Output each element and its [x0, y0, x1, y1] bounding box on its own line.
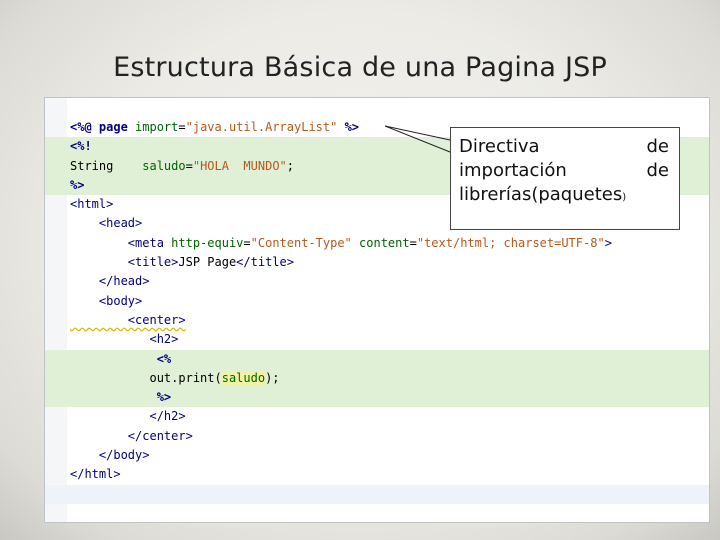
code-token: <meta [70, 235, 172, 250]
code-token: ; [286, 158, 294, 173]
callout-row-3: librerías(paquetes) [459, 183, 669, 210]
code-line: </html> [45, 465, 709, 484]
code-token: <%@ page [70, 120, 136, 134]
code-token: </h2> [70, 409, 186, 424]
code-token: <%! [70, 139, 92, 154]
code-line: <center> [45, 311, 709, 330]
callout-text: ) [622, 192, 627, 203]
callout-row-2: importación de [459, 159, 669, 183]
code-line: </center> [45, 427, 709, 446]
code-token: <title> [70, 255, 179, 270]
callout-text: de [646, 160, 670, 181]
code-token: <body> [70, 293, 143, 308]
callout-row-1: Directiva de [459, 135, 669, 159]
code-line: </body> [45, 446, 709, 465]
code-token: > [604, 235, 612, 250]
callout-text: importación [459, 160, 567, 181]
code-token: = [243, 235, 251, 250]
code-token: <html> [70, 197, 114, 212]
code-token: = [185, 158, 193, 173]
code-token: import [135, 120, 179, 134]
code-token: <head> [70, 216, 143, 231]
code-token: "java.util.ArrayList" [185, 120, 338, 134]
code-token: = [178, 120, 186, 134]
code-line [45, 484, 709, 504]
code-token: </html> [70, 467, 121, 482]
code-line: </h2> [45, 407, 709, 426]
code-token: %> [70, 177, 85, 192]
code-line: <body> [45, 292, 709, 311]
code-token: out.print( [70, 370, 222, 385]
code-line: <h2> [45, 330, 709, 349]
code-token: <% [70, 351, 172, 366]
code-token: "text/html; charset=UTF-8" [416, 235, 605, 250]
code-token: http-equiv [171, 235, 244, 250]
code-token: saludo [221, 370, 266, 385]
code-token: "Content-Type" [250, 235, 352, 250]
code-token: </title> [236, 255, 294, 270]
directive-callout: Directiva de importación de librerías(pa… [450, 127, 680, 230]
code-token: </head> [70, 274, 150, 289]
code-token: = [409, 235, 417, 250]
callout-text: de [646, 136, 670, 157]
code-line: %> [45, 388, 709, 408]
code-token: ); [265, 370, 280, 385]
code-line: out.print(saludo); [45, 368, 709, 389]
code-token: <center> [70, 312, 186, 327]
callout-text: Directiva [459, 136, 540, 157]
callout-text: librerías(paquetes [459, 184, 623, 205]
code-line: <title>JSP Page</title> [45, 253, 709, 272]
code-token: "HOLA MUNDO" [192, 158, 287, 173]
code-token: String [70, 158, 143, 173]
code-token: JSP Page [178, 255, 237, 270]
code-token: saludo [142, 158, 186, 173]
code-line: <% [45, 349, 709, 369]
slide-title: Estructura Básica de una Pagina JSP [113, 52, 607, 83]
code-token: </center> [70, 428, 193, 443]
code-token: </body> [70, 448, 150, 463]
code-line: <meta http-equiv="Content-Type" content=… [45, 234, 709, 253]
code-token: %> [337, 120, 360, 134]
code-line: </head> [45, 272, 709, 291]
code-token: %> [70, 390, 172, 405]
code-token: content [359, 235, 410, 250]
code-token: <h2> [70, 332, 179, 347]
